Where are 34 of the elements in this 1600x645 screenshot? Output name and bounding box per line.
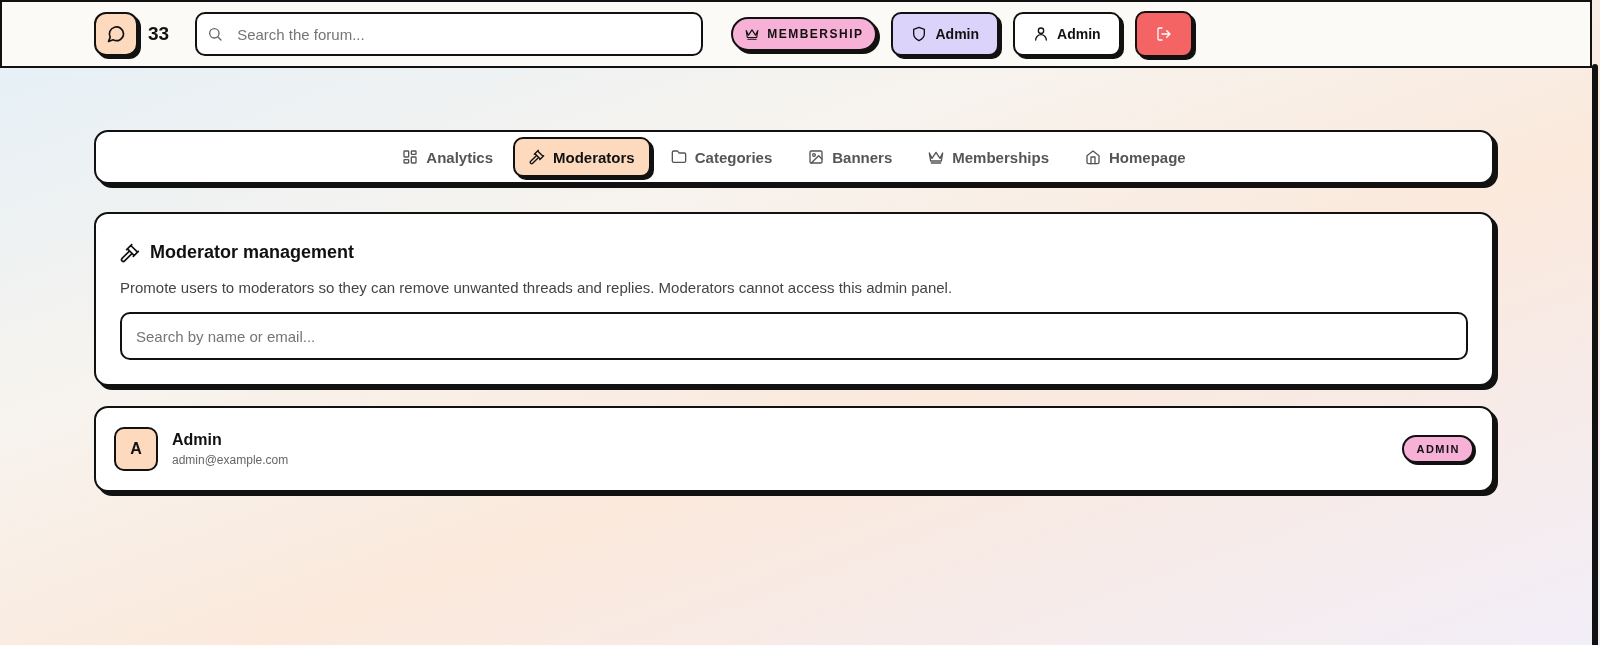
crown-icon	[745, 27, 760, 41]
grid-icon	[402, 149, 419, 165]
user-icon	[1033, 26, 1050, 42]
gavel-icon	[529, 149, 546, 165]
search-icon	[207, 26, 224, 42]
user-search-field[interactable]: Search by name or email...	[120, 312, 1468, 360]
role-badge: ADMIN	[1402, 435, 1474, 463]
folder-icon	[670, 149, 687, 165]
scrollbar[interactable]	[1592, 64, 1598, 645]
tab[interactable]: Categories	[654, 137, 789, 177]
chat-bubble-icon	[106, 24, 126, 44]
home-icon	[1085, 149, 1101, 165]
shield-icon	[911, 26, 928, 42]
avatar: A	[114, 427, 158, 471]
logout-button[interactable]	[1134, 11, 1193, 57]
notification-count: 33	[148, 23, 170, 45]
user-email: admin@example.com	[172, 453, 290, 467]
user-name: Admin	[172, 431, 223, 449]
tab[interactable]: Banners	[792, 137, 909, 177]
membership-button[interactable]: MEMBERSHIP	[731, 17, 878, 51]
tab[interactable]: Memberships	[912, 137, 1065, 177]
section-description: Promote users to moderators so they can remove unwanted threads and replies. Moderators cannot access this admin panel.	[120, 279, 954, 296]
admin-button[interactable]: Admin	[891, 12, 1000, 56]
profile-button[interactable]: Admin	[1013, 12, 1121, 56]
forum-logo[interactable]	[94, 12, 138, 56]
image-icon	[808, 149, 825, 165]
crown-icon	[928, 149, 945, 165]
section-title: Moderator management	[150, 242, 355, 263]
logout-icon	[1155, 26, 1172, 42]
tab[interactable]: Moderators	[513, 137, 651, 177]
gavel-icon	[120, 242, 140, 263]
tab[interactable]: Analytics	[386, 137, 510, 177]
tab[interactable]: Homepage	[1069, 137, 1202, 177]
forum-search-field[interactable]: Search the forum...	[195, 12, 704, 56]
